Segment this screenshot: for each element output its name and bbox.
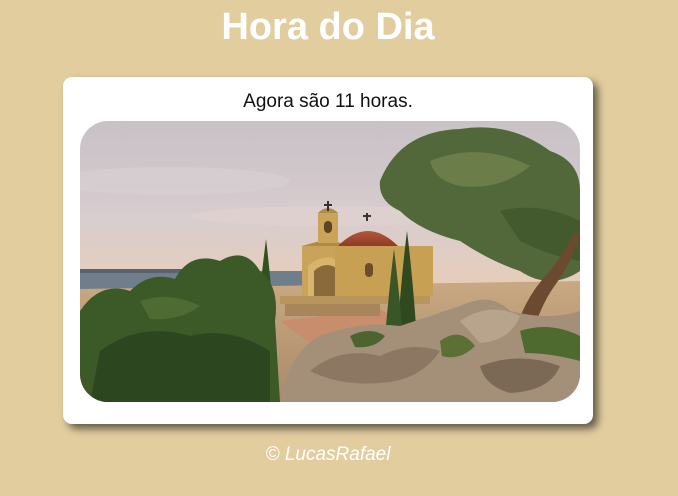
time-message: Agora são 11 horas. (243, 91, 413, 112)
footer-credit: © LucasRafael (265, 444, 391, 465)
time-card: Agora são 11 horas. (63, 77, 593, 424)
time-of-day-image (80, 121, 580, 402)
page: Hora do Dia Agora são 11 horas. © LucasR… (0, 0, 678, 496)
page-title: Hora do Dia (221, 6, 435, 48)
